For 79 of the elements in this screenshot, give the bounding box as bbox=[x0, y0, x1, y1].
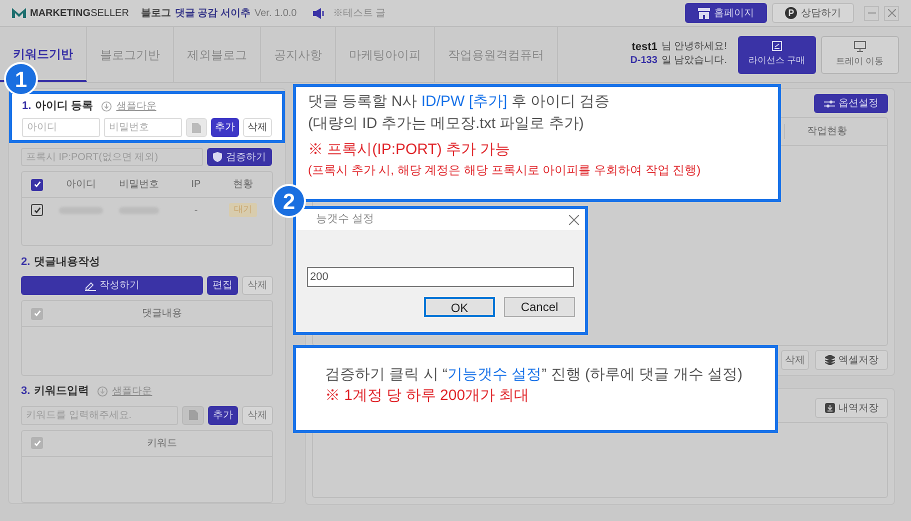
notice-text: ※테스트 글 bbox=[332, 6, 386, 20]
license-icon bbox=[772, 41, 782, 52]
count-input[interactable]: 200 bbox=[307, 267, 574, 287]
app-name-prefix: 블로그 bbox=[140, 6, 171, 20]
file-icon bbox=[192, 122, 201, 132]
version-label: Ver. 1.0.0 bbox=[254, 6, 297, 20]
callout-text: ※ 1계정 당 하루 200개가 최대 bbox=[325, 386, 530, 406]
consult-button[interactable]: 상담하기 bbox=[772, 3, 854, 23]
password-input[interactable]: 비밀번호 bbox=[104, 118, 182, 137]
days-left-suffix: 일 남았습니다. bbox=[661, 55, 727, 68]
checkbox[interactable] bbox=[31, 178, 43, 190]
section-title: 아이디 등록 bbox=[35, 98, 94, 114]
close-button[interactable] bbox=[884, 6, 899, 20]
section-number: 3. bbox=[21, 384, 30, 400]
dialog-title: 능갯수 설정 bbox=[316, 212, 374, 228]
sample-download-link[interactable]: 샘플다운 bbox=[116, 98, 156, 114]
greeting-text: 님 안녕하세요! bbox=[661, 41, 727, 54]
status-badge: 대기 bbox=[229, 203, 257, 217]
edit-button[interactable]: 편집 bbox=[207, 276, 238, 296]
logo-icon bbox=[12, 8, 26, 18]
download-icon bbox=[824, 403, 834, 413]
delete-button[interactable]: 삭제 bbox=[242, 118, 272, 137]
section-number: 1. bbox=[22, 98, 32, 114]
checkbox[interactable] bbox=[31, 204, 43, 216]
tray-button[interactable]: 트레이 이동 bbox=[821, 36, 899, 74]
verify-button[interactable]: 검증하기 bbox=[207, 148, 272, 166]
checkbox[interactable] bbox=[31, 437, 43, 450]
license-button[interactable]: 라이선스 구매 bbox=[738, 36, 816, 74]
brand-name: MARKETINGSELLER bbox=[30, 6, 129, 20]
section-title: 키워드입력 bbox=[34, 384, 90, 400]
add-button[interactable]: 추가 bbox=[208, 406, 238, 425]
minimize-icon bbox=[868, 12, 876, 14]
checkbox[interactable] bbox=[31, 308, 43, 320]
delete-button[interactable]: 삭제 bbox=[242, 406, 273, 425]
close-icon bbox=[888, 9, 896, 17]
p-circle-icon bbox=[785, 7, 797, 19]
column-header: 현황 bbox=[232, 178, 254, 192]
monitor-icon bbox=[854, 40, 866, 52]
write-button[interactable]: 작성하기 bbox=[21, 276, 203, 296]
days-left: D-133 bbox=[630, 55, 658, 68]
excel-save-button[interactable]: 엑셀저장 bbox=[815, 350, 888, 370]
download-circle-icon bbox=[101, 100, 112, 112]
cancel-button[interactable]: Cancel bbox=[504, 297, 575, 317]
user-name: test1 bbox=[632, 41, 658, 56]
homepage-button[interactable]: 홈페이지 bbox=[685, 3, 767, 23]
file-icon bbox=[188, 410, 198, 420]
callout-text: ※ 프록시(IP:PORT) 추가 가능 bbox=[308, 140, 512, 160]
shield-icon bbox=[213, 152, 222, 162]
column-header: 아이디 bbox=[65, 178, 97, 192]
column-header: 작업현황 bbox=[784, 124, 869, 139]
app-name: 댓글 공감 서이추 bbox=[174, 6, 250, 20]
section-number: 2. bbox=[21, 255, 30, 270]
options-button[interactable]: 옵션설정 bbox=[814, 94, 888, 113]
close-icon[interactable] bbox=[569, 214, 579, 224]
column-header: 비밀번호 bbox=[118, 178, 160, 192]
file-button[interactable] bbox=[186, 118, 207, 137]
download-circle-icon bbox=[97, 386, 108, 398]
table-cell: - bbox=[194, 204, 198, 216]
column-header: 댓글내용 bbox=[141, 307, 183, 322]
callout-text: (프록시 추가 시, 해당 계정은 해당 프록시로 아이피를 우회하여 작업 진행) bbox=[308, 162, 702, 178]
id-input[interactable]: 아이디 bbox=[22, 118, 100, 137]
delete-button[interactable]: 삭제 bbox=[781, 350, 809, 370]
stack-icon bbox=[824, 355, 834, 365]
speaker-icon bbox=[312, 8, 325, 18]
add-button[interactable]: 추가 bbox=[210, 118, 239, 137]
callout-text: (대량의 ID 추가는 메모장.txt 파일로 추가) bbox=[308, 114, 585, 134]
file-button[interactable] bbox=[182, 406, 204, 425]
store-icon bbox=[698, 8, 710, 18]
sliders-icon bbox=[824, 100, 834, 108]
callout-text: 댓글 등록할 N사 ID/PW [추가] 후 아이디 검증 bbox=[308, 92, 611, 112]
column-header: 키워드 bbox=[146, 436, 178, 451]
minimize-button[interactable] bbox=[864, 6, 879, 20]
callout-text: 검증하기 클릭 시 “기능갯수 설정” 진행 (하루에 댓글 개수 설정) bbox=[325, 365, 744, 385]
ok-button[interactable]: OK bbox=[424, 297, 495, 317]
section-title: 댓글내용작성 bbox=[34, 255, 100, 270]
pencil-icon bbox=[84, 280, 96, 291]
column-header: IP bbox=[190, 178, 202, 192]
history-save-button[interactable]: 내역저장 bbox=[815, 398, 888, 418]
delete-button[interactable]: 삭제 bbox=[242, 276, 273, 296]
